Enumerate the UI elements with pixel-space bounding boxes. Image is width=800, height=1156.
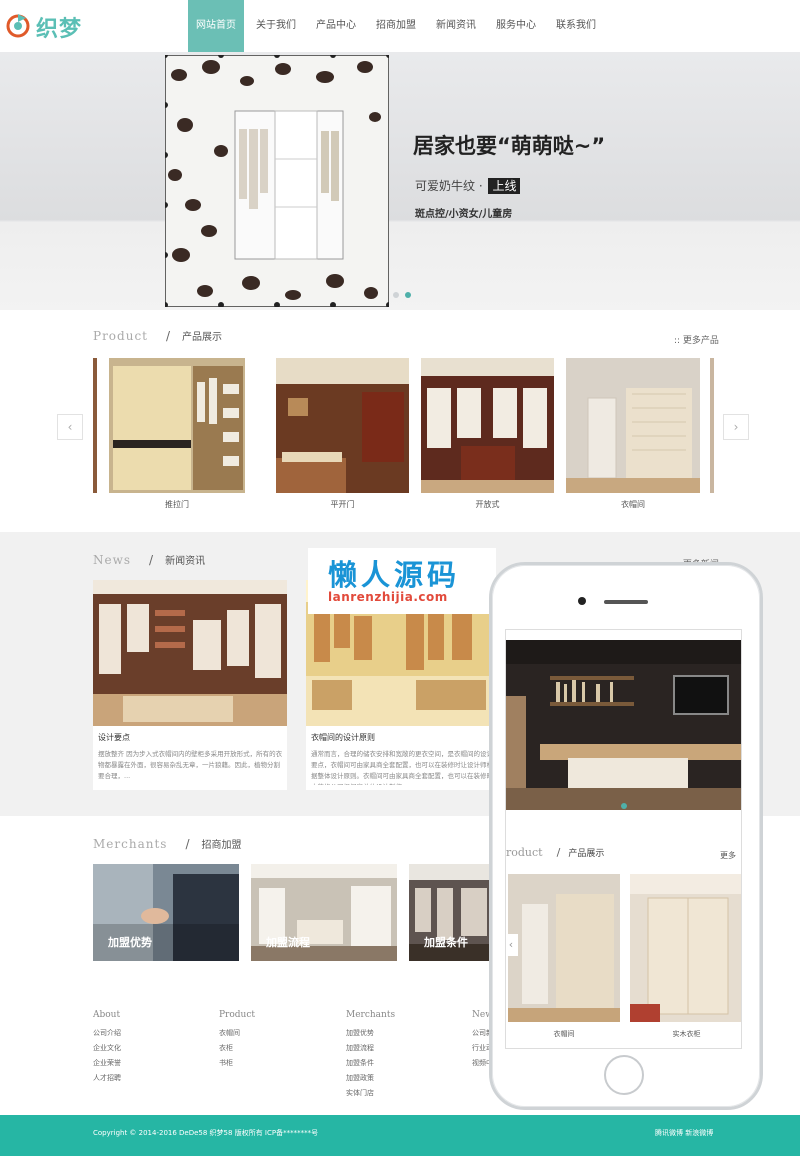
news-image (93, 580, 287, 726)
product-image-open-style[interactable] (421, 358, 554, 493)
phone-product-en: roduct (506, 846, 543, 859)
phone-speaker (604, 600, 648, 604)
title-divider: / (149, 553, 154, 567)
product-caption[interactable]: 开放式 (421, 499, 554, 510)
nav-item[interactable]: 新闻资讯 (428, 0, 484, 52)
news-title-cn: 新闻资讯 (165, 556, 206, 567)
news-title[interactable]: 设计要点 (98, 732, 130, 743)
phone-product-caption[interactable]: 实木衣柜 (630, 1029, 741, 1039)
merchants-title-cn: 招商加盟 (201, 840, 242, 851)
product-caption[interactable]: 平开门 (276, 499, 409, 510)
product-caption[interactable]: 衣帽间 (566, 499, 700, 510)
social-links[interactable]: 腾讯微博 新浪微博 (655, 1128, 713, 1138)
footer-column: Product 衣帽间衣柜书柜 (219, 1010, 255, 1073)
phone-product-caption[interactable]: 衣帽间 (508, 1029, 620, 1039)
nav-item[interactable]: 招商加盟 (368, 0, 424, 52)
phone-product-title: roduct / 产品展示 (506, 846, 604, 859)
phone-camera (578, 597, 586, 605)
footer-column-heading: Merchants (346, 1010, 396, 1020)
watermark-url: lanrenzhijia.com (328, 590, 448, 604)
news-section-title: News / 新闻资讯 (93, 552, 205, 567)
merchant-card[interactable]: 加盟条件 (409, 864, 493, 961)
footer-column-heading: Product (219, 1010, 255, 1020)
site-header: 织梦 网站首页 关于我们 产品中心 招商加盟 新闻资讯 服务中心 联系我们 (0, 0, 800, 52)
footer-link[interactable]: 加盟流程 (346, 1043, 395, 1053)
nav-item[interactable]: 关于我们 (248, 0, 304, 52)
title-divider: / (556, 846, 561, 859)
copyright-text: Copyright © 2014-2016 DeDe58 织梦58 版权所有 I… (93, 1129, 319, 1137)
merchant-label: 加盟优势 (108, 936, 152, 949)
news-desc: 摆放整齐 因为步入式衣帽间内的壁柜多采用开放形式，所有的衣物都暴露在外面，很容易… (98, 750, 283, 780)
footer-link[interactable]: 企业荣誉 (93, 1058, 121, 1068)
footer-column: Merchants 加盟优势加盟流程加盟条件加盟政策实体门店 (346, 1010, 395, 1103)
footer-link[interactable]: 企业文化 (93, 1043, 121, 1053)
banner-headline: 居家也要“萌萌哒~” (413, 134, 606, 158)
banner-pagination (393, 292, 411, 298)
product-prev-button[interactable]: ‹ (57, 414, 83, 440)
banner-tagline: 斑点控/小资女/儿童房 (415, 209, 513, 220)
news-desc: 通常而言，合理的储衣安排和宽敞的更衣空间，是衣帽间的设计要点，衣帽间可由家具商全… (311, 750, 493, 785)
merchant-card[interactable]: 加盟优势 (93, 864, 239, 961)
phone-product-image[interactable] (630, 874, 742, 1022)
banner-dot[interactable] (393, 292, 399, 298)
phone-more-link[interactable]: 更多 (720, 850, 736, 861)
product-title-en: Product (93, 329, 148, 343)
product-next-button[interactable]: › (723, 414, 749, 440)
merchant-label: 加盟条件 (424, 936, 468, 949)
merchants-section-title: Merchants / 招商加盟 (93, 836, 241, 851)
footer-link[interactable]: 衣帽间 (219, 1028, 255, 1038)
product-image-walk-in[interactable] (566, 358, 700, 493)
product-title-cn: 产品展示 (182, 332, 223, 343)
phone-banner-image (506, 640, 741, 810)
banner-subtitle-tag: 上线 (488, 178, 521, 194)
merchant-card[interactable]: 加盟流程 (251, 864, 397, 961)
product-image-sliding-door[interactable] (109, 358, 245, 493)
phone-home-button (604, 1055, 644, 1095)
phone-product-cn: 产品展示 (568, 849, 605, 859)
merchant-label: 加盟流程 (266, 936, 310, 949)
footer-link[interactable]: 加盟条件 (346, 1058, 395, 1068)
nav-item[interactable]: 产品中心 (308, 0, 364, 52)
title-divider: / (185, 837, 190, 851)
watermark-cn: 懒人源码 (328, 558, 461, 592)
logo-icon (6, 14, 30, 38)
footer-link[interactable]: 人才招聘 (93, 1073, 121, 1083)
footer-link[interactable]: 书柜 (219, 1058, 255, 1068)
site-logo[interactable]: 织梦 (6, 8, 96, 44)
title-divider: / (166, 329, 171, 343)
product-image-partial-right (710, 358, 714, 493)
nav-item[interactable]: 网站首页 (188, 0, 244, 52)
main-nav: 网站首页 关于我们 产品中心 招商加盟 新闻资讯 服务中心 联系我们 (188, 0, 608, 52)
footer-column: About 公司介绍企业文化企业荣誉人才招聘 (93, 1010, 121, 1088)
banner-subtitle-text: 可爱奶牛纹 · (415, 179, 483, 193)
footer-link[interactable]: 加盟政策 (346, 1073, 395, 1083)
product-more-link[interactable]: :: 更多产品 (674, 333, 719, 346)
wardrobe-image (165, 55, 389, 307)
footer-bar: Copyright © 2014-2016 DeDe58 织梦58 版权所有 I… (0, 1115, 800, 1156)
news-title[interactable]: 衣帽间的设计原则 (311, 732, 375, 743)
logo-text: 织梦 (36, 17, 83, 42)
footer-link[interactable]: 加盟优势 (346, 1028, 395, 1038)
footer-link[interactable]: 衣柜 (219, 1043, 255, 1053)
phone-mockup: roduct / 产品展示 更多 ‹ 衣帽间 实木衣柜 (489, 562, 763, 1110)
watermark-badge: 懒人源码 lanrenzhijia.com (308, 548, 496, 614)
merchants-title-en: Merchants (93, 837, 168, 851)
product-image-partial (93, 358, 97, 493)
news-card[interactable]: 设计要点 摆放整齐 因为步入式衣帽间内的壁柜多采用开放形式，所有的衣物都暴露在外… (93, 580, 287, 790)
nav-item[interactable]: 服务中心 (488, 0, 544, 52)
phone-screen: roduct / 产品展示 更多 ‹ 衣帽间 实木衣柜 (505, 629, 742, 1049)
banner-subtitle: 可爱奶牛纹 · 上线 (415, 177, 521, 194)
footer-link[interactable]: 公司介绍 (93, 1028, 121, 1038)
phone-prev-button[interactable]: ‹ (506, 934, 518, 956)
footer-column-heading: About (93, 1010, 121, 1020)
product-section-title: Product / 产品展示 (93, 328, 222, 343)
footer-link[interactable]: 实体门店 (346, 1088, 395, 1098)
hero-banner: 居家也要“萌萌哒~” 可爱奶牛纹 · 上线 斑点控/小资女/儿童房 (0, 52, 800, 310)
nav-item[interactable]: 联系我们 (548, 0, 604, 52)
product-image-hinged-door[interactable] (276, 358, 409, 493)
banner-dot-active[interactable] (405, 292, 411, 298)
news-title-en: News (93, 553, 132, 567)
phone-product-image[interactable] (508, 874, 620, 1022)
product-caption[interactable]: 推拉门 (109, 499, 245, 510)
